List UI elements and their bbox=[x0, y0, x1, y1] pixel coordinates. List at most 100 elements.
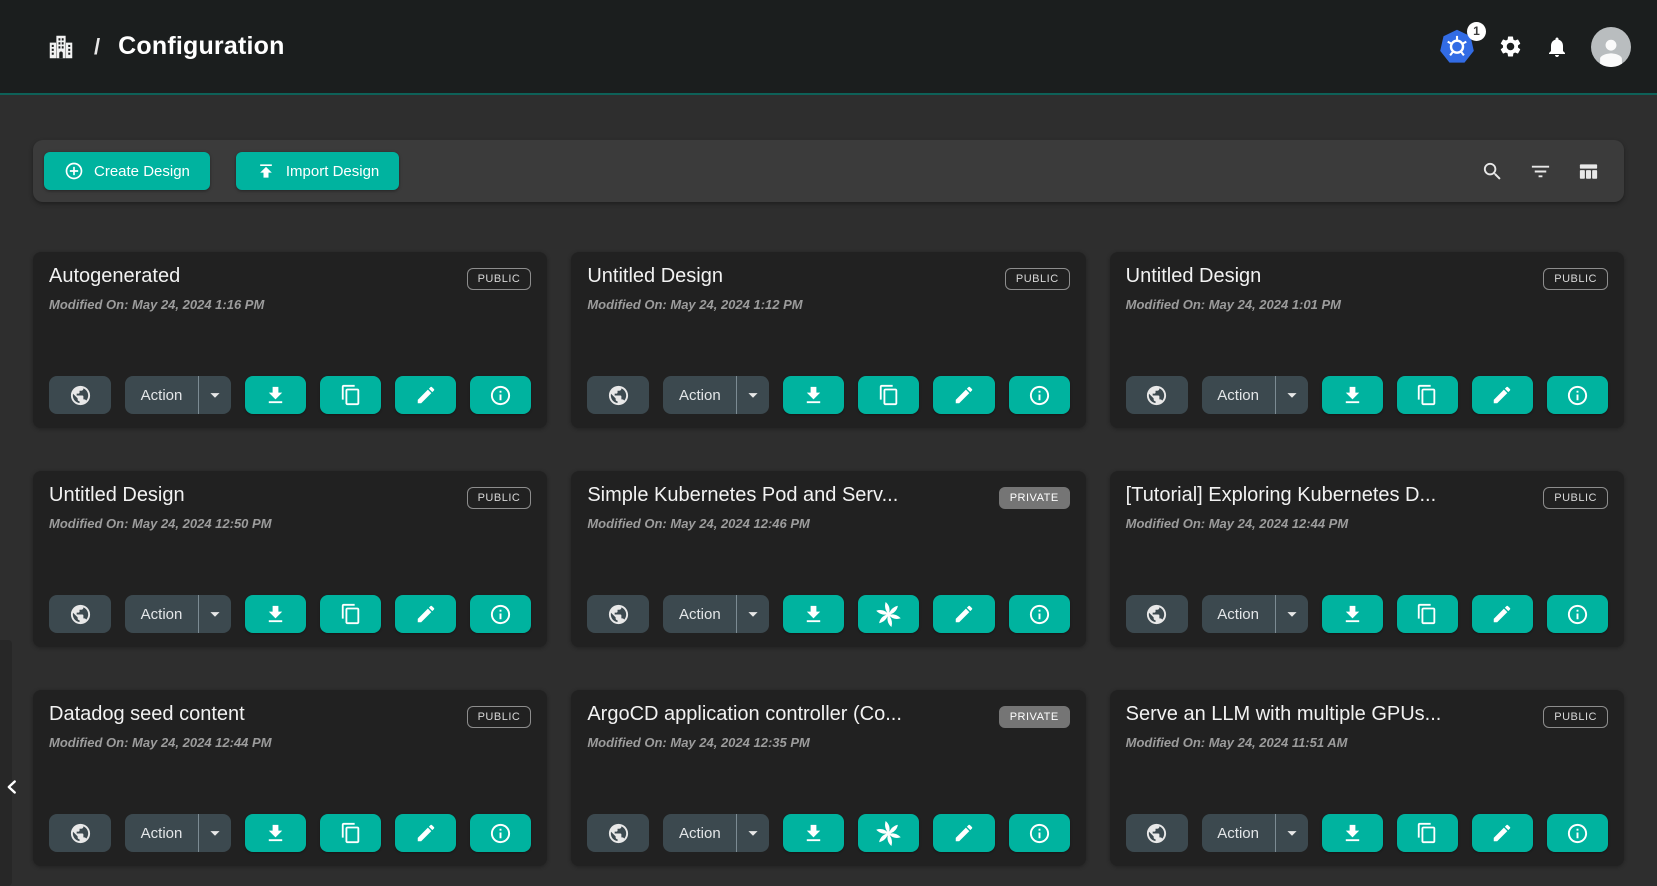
download-button[interactable] bbox=[783, 595, 844, 633]
visibility-globe-button[interactable] bbox=[49, 814, 111, 852]
clone-button[interactable] bbox=[1397, 814, 1458, 852]
modified-timestamp: Modified On: May 24, 2024 1:12 PM bbox=[587, 297, 1069, 312]
action-dropdown-button[interactable] bbox=[199, 814, 231, 852]
clone-button[interactable] bbox=[858, 814, 919, 852]
action-dropdown-button[interactable] bbox=[737, 595, 769, 633]
action-dropdown-button[interactable] bbox=[1276, 376, 1308, 414]
edit-button[interactable] bbox=[395, 376, 456, 414]
download-button[interactable] bbox=[245, 814, 306, 852]
copy-icon bbox=[1416, 603, 1438, 625]
user-avatar[interactable] bbox=[1591, 27, 1631, 67]
action-button[interactable]: Action bbox=[1202, 814, 1275, 852]
design-card: ArgoCD application controller (Co... PRI… bbox=[571, 690, 1085, 866]
download-icon bbox=[1341, 384, 1364, 407]
info-button[interactable] bbox=[470, 376, 531, 414]
visibility-globe-button[interactable] bbox=[1126, 595, 1188, 633]
card-header: ArgoCD application controller (Co... PRI… bbox=[587, 703, 1069, 728]
create-design-button[interactable]: Create Design bbox=[44, 152, 210, 190]
edit-button[interactable] bbox=[933, 376, 994, 414]
action-button[interactable]: Action bbox=[1202, 595, 1275, 633]
copy-icon bbox=[340, 822, 362, 844]
download-button[interactable] bbox=[245, 376, 306, 414]
modified-timestamp: Modified On: May 24, 2024 12:35 PM bbox=[587, 735, 1069, 750]
clone-button[interactable] bbox=[858, 376, 919, 414]
modified-timestamp: Modified On: May 24, 2024 12:44 PM bbox=[49, 735, 531, 750]
info-button[interactable] bbox=[1547, 376, 1608, 414]
action-button[interactable]: Action bbox=[663, 376, 736, 414]
kubernetes-context-button[interactable]: 1 bbox=[1438, 28, 1476, 66]
action-button[interactable]: Action bbox=[663, 814, 736, 852]
notifications-button[interactable] bbox=[1545, 35, 1569, 59]
download-button[interactable] bbox=[1322, 814, 1383, 852]
clone-button[interactable] bbox=[858, 595, 919, 633]
pencil-icon bbox=[1491, 603, 1513, 625]
copy-icon bbox=[340, 384, 362, 406]
import-design-button[interactable]: Import Design bbox=[236, 152, 399, 190]
drawer-strip bbox=[0, 640, 12, 886]
info-button[interactable] bbox=[1009, 376, 1070, 414]
download-button[interactable] bbox=[1322, 376, 1383, 414]
action-dropdown-button[interactable] bbox=[737, 814, 769, 852]
visibility-globe-button[interactable] bbox=[587, 376, 649, 414]
action-button[interactable]: Action bbox=[125, 595, 198, 633]
edit-button[interactable] bbox=[395, 595, 456, 633]
filter-button[interactable] bbox=[1529, 160, 1552, 183]
action-dropdown-button[interactable] bbox=[1276, 595, 1308, 633]
building-icon[interactable] bbox=[46, 32, 76, 62]
action-button[interactable]: Action bbox=[125, 814, 198, 852]
edit-button[interactable] bbox=[1472, 376, 1533, 414]
card-actions: Action bbox=[587, 376, 1069, 414]
edit-button[interactable] bbox=[1472, 595, 1533, 633]
clone-button[interactable] bbox=[320, 595, 381, 633]
visibility-globe-button[interactable] bbox=[587, 595, 649, 633]
action-split-button: Action bbox=[125, 814, 231, 852]
download-button[interactable] bbox=[245, 595, 306, 633]
action-split-button: Action bbox=[663, 376, 769, 414]
download-button[interactable] bbox=[783, 814, 844, 852]
action-dropdown-button[interactable] bbox=[199, 376, 231, 414]
info-button[interactable] bbox=[1547, 814, 1608, 852]
info-button[interactable] bbox=[470, 814, 531, 852]
info-button[interactable] bbox=[1009, 814, 1070, 852]
action-button[interactable]: Action bbox=[125, 376, 198, 414]
edit-button[interactable] bbox=[933, 814, 994, 852]
info-icon bbox=[1028, 822, 1051, 845]
edit-button[interactable] bbox=[1472, 814, 1533, 852]
card-header: Untitled Design PUBLIC bbox=[1126, 265, 1608, 290]
action-button[interactable]: Action bbox=[1202, 376, 1275, 414]
visibility-globe-button[interactable] bbox=[587, 814, 649, 852]
download-button[interactable] bbox=[1322, 595, 1383, 633]
search-button[interactable] bbox=[1481, 160, 1504, 183]
breadcrumb: / Configuration bbox=[46, 32, 285, 62]
action-button[interactable]: Action bbox=[663, 595, 736, 633]
info-button[interactable] bbox=[470, 595, 531, 633]
pencil-icon bbox=[953, 822, 975, 844]
visibility-globe-button[interactable] bbox=[1126, 376, 1188, 414]
design-card: [Tutorial] Exploring Kubernetes D... PUB… bbox=[1110, 471, 1624, 647]
download-button[interactable] bbox=[783, 376, 844, 414]
action-dropdown-button[interactable] bbox=[1276, 814, 1308, 852]
clone-button[interactable] bbox=[1397, 376, 1458, 414]
card-header: Datadog seed content PUBLIC bbox=[49, 703, 531, 728]
info-button[interactable] bbox=[1009, 595, 1070, 633]
copy-icon bbox=[878, 384, 900, 406]
info-icon bbox=[1566, 603, 1589, 626]
action-dropdown-button[interactable] bbox=[199, 595, 231, 633]
table-view-button[interactable] bbox=[1577, 160, 1600, 183]
edit-button[interactable] bbox=[395, 814, 456, 852]
modified-timestamp: Modified On: May 24, 2024 12:50 PM bbox=[49, 516, 531, 531]
design-title: Untitled Design bbox=[587, 265, 723, 288]
info-button[interactable] bbox=[1547, 595, 1608, 633]
toolbar-view-controls bbox=[1481, 160, 1600, 183]
visibility-globe-button[interactable] bbox=[49, 595, 111, 633]
visibility-globe-button[interactable] bbox=[49, 376, 111, 414]
drawer-toggle-button[interactable] bbox=[0, 772, 24, 804]
settings-button[interactable] bbox=[1498, 34, 1523, 59]
clone-button[interactable] bbox=[320, 814, 381, 852]
info-icon bbox=[489, 384, 512, 407]
clone-button[interactable] bbox=[1397, 595, 1458, 633]
action-dropdown-button[interactable] bbox=[737, 376, 769, 414]
visibility-globe-button[interactable] bbox=[1126, 814, 1188, 852]
edit-button[interactable] bbox=[933, 595, 994, 633]
clone-button[interactable] bbox=[320, 376, 381, 414]
